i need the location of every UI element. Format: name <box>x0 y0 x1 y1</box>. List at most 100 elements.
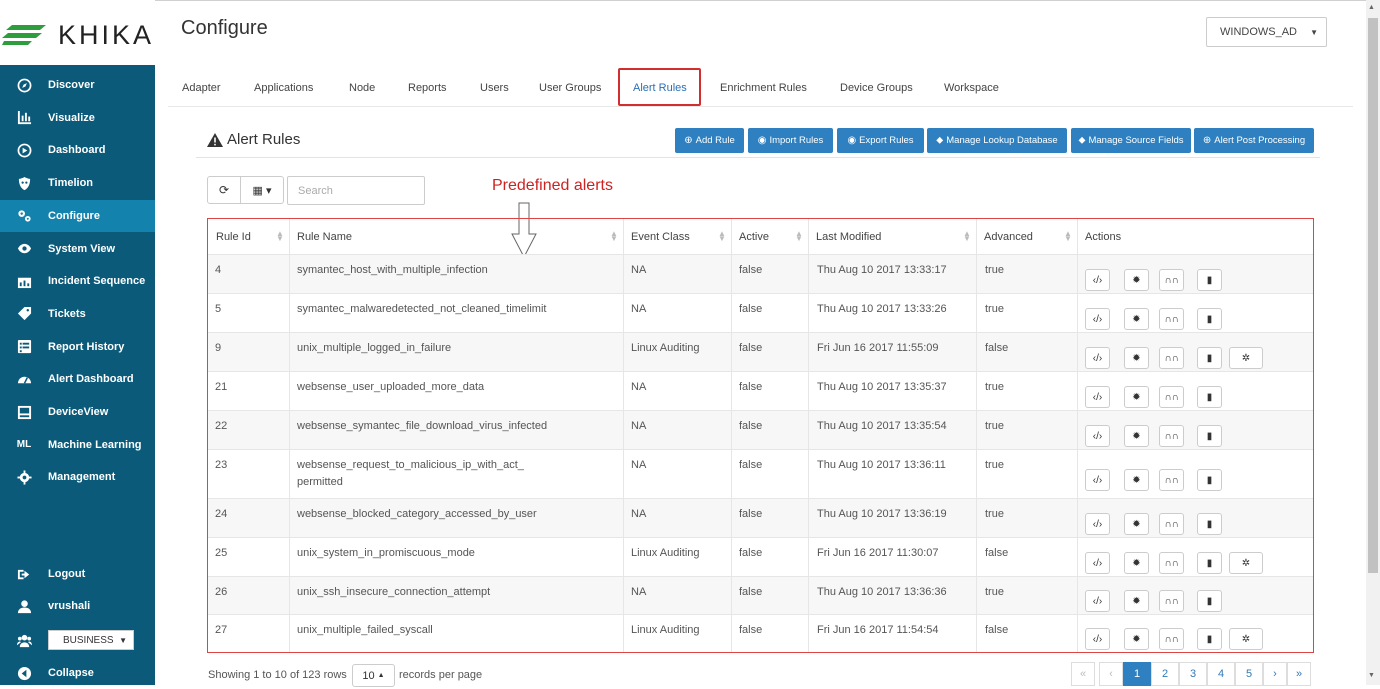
scroll-up-icon[interactable]: ▲ <box>1368 4 1375 11</box>
sidebar-item-deviceview[interactable]: DeviceView <box>0 396 155 428</box>
refresh-button[interactable]: ⟳ <box>207 176 241 204</box>
logo: KHIKA <box>0 0 155 65</box>
plus-circle-icon: ⊕ <box>1202 135 1212 146</box>
page-size-select[interactable]: 10 ▲ <box>352 664 395 687</box>
alert-post-processing-button[interactable]: ⊕ Alert Post Processing <box>1194 128 1314 153</box>
ml-text-icon: ML <box>0 439 48 450</box>
tab-user-groups[interactable]: User Groups <box>539 82 601 94</box>
page-button-5[interactable]: 5 <box>1235 662 1263 686</box>
tab-workspace[interactable]: Workspace <box>944 82 999 94</box>
collapse-icon <box>0 666 48 681</box>
columns-toggle-button[interactable]: ▦ ▾ <box>240 176 284 204</box>
page-button-2[interactable]: 2 <box>1151 662 1179 686</box>
caret-down-icon: ▼ <box>1310 27 1318 37</box>
sidebar-item-report-history[interactable]: Report History <box>0 331 155 363</box>
users-group-icon-wrap <box>0 624 48 656</box>
logout-icon <box>0 567 48 582</box>
add-rule-button[interactable]: ⊕ Add Rule <box>675 128 744 153</box>
scrollbar-thumb[interactable] <box>1368 18 1378 573</box>
eye-icon <box>0 241 48 256</box>
compass-icon <box>0 78 48 93</box>
sidebar-item-timelion[interactable]: Timelion <box>0 167 155 199</box>
page-button-1[interactable]: 1 <box>1123 662 1151 686</box>
records-per-page-label: records per page <box>399 669 483 681</box>
sidebar-item-label: Report History <box>48 340 125 353</box>
khika-logo-icon <box>2 25 46 45</box>
caret-up-icon: ▲ <box>377 672 385 679</box>
tag-icon <box>0 306 48 321</box>
annotation-label: Predefined alerts <box>492 177 613 194</box>
warning-icon <box>207 132 223 147</box>
page-button-3[interactable]: 3 <box>1179 662 1207 686</box>
user-profile[interactable]: vrushali <box>0 590 155 622</box>
download-icon: ◉ <box>847 135 857 146</box>
export-rules-button[interactable]: ◉ Export Rules <box>837 128 924 153</box>
caret-down-icon: ▼ <box>119 635 127 645</box>
sidebar-item-label: System View <box>48 242 116 255</box>
tab-users[interactable]: Users <box>480 82 509 94</box>
sidebar-item-label: Alert Dashboard <box>48 373 134 386</box>
section-divider <box>196 157 1320 158</box>
tab-adapter[interactable]: Adapter <box>182 82 221 94</box>
users-group-icon <box>0 633 48 648</box>
upload-icon: ◉ <box>757 135 767 146</box>
sidebar-item-label: DeviceView <box>48 406 109 418</box>
manage-lookup-database-button[interactable]: ⬥ Manage Lookup Database <box>927 128 1067 153</box>
page-title: Configure <box>181 17 268 39</box>
workspace-select[interactable]: WINDOWS_AD ▼ <box>1206 17 1327 47</box>
section-title: Alert Rules <box>207 131 300 148</box>
gauge-icon <box>0 372 48 387</box>
dashboard-icon <box>0 143 48 158</box>
sidebar-item-dashboard[interactable]: Dashboard <box>0 134 155 166</box>
tab-node[interactable]: Node <box>349 82 375 94</box>
sidebar-item-label: Management <box>48 471 116 484</box>
scroll-down-icon[interactable]: ▼ <box>1368 672 1375 679</box>
grid-icon: ▦ ▾ <box>252 184 272 197</box>
org-select[interactable]: BUSINESS ▼ <box>48 630 134 650</box>
brand-name: KHIKA <box>58 20 155 50</box>
gears-icon <box>0 208 48 223</box>
sidebar-item-incident-sequence[interactable]: Incident Sequence <box>0 265 155 297</box>
device-icon <box>0 405 48 420</box>
manage-source-fields-button[interactable]: ⬥ Manage Source Fields <box>1071 128 1191 153</box>
sidebar-item-management[interactable]: Management <box>0 461 155 493</box>
sidebar-item-configure[interactable]: Configure <box>0 199 155 232</box>
collapse-button[interactable]: Collapse <box>0 657 155 689</box>
search-input[interactable] <box>287 176 425 205</box>
sidebar-item-label: Machine Learning <box>48 438 142 451</box>
shield-icon <box>0 176 48 191</box>
cog-icon <box>0 470 48 485</box>
sidebar-item-label: Visualize <box>48 111 95 124</box>
user-icon <box>0 599 48 614</box>
incident-chart-icon <box>0 274 48 289</box>
sidebar-item-alert-dashboard[interactable]: Alert Dashboard <box>0 363 155 395</box>
active-tab-highlight <box>618 68 701 106</box>
sidebar-item-label: Configure <box>48 209 100 222</box>
tab-applications[interactable]: Applications <box>254 82 313 94</box>
page-button-prev[interactable]: ‹ <box>1099 662 1123 686</box>
refresh-icon: ⟳ <box>218 183 230 197</box>
sidebar-item-label: Incident Sequence <box>48 275 146 288</box>
sidebar-item-label: Dashboard <box>48 144 106 157</box>
sidebar-item-system-view[interactable]: System View <box>0 233 155 265</box>
rules-table <box>207 218 1314 653</box>
sidebar-item-tickets[interactable]: Tickets <box>0 298 155 330</box>
sidebar-item-visualize[interactable]: Visualize <box>0 102 155 134</box>
sidebar-item-label: Timelion <box>48 177 94 190</box>
page-button-first[interactable]: « <box>1071 662 1095 686</box>
sidebar-item-discover[interactable]: Discover <box>0 69 155 101</box>
bar-chart-icon <box>0 110 48 125</box>
logout-button[interactable]: Logout <box>0 558 155 590</box>
page-button-last[interactable]: » <box>1287 662 1311 686</box>
sidebar-item-label: Tickets <box>48 307 86 320</box>
page-button-next[interactable]: › <box>1263 662 1287 686</box>
ml-label: ML <box>16 439 32 451</box>
tab-enrichment-rules[interactable]: Enrichment Rules <box>720 82 807 94</box>
tab-reports[interactable]: Reports <box>408 82 447 94</box>
pagination-info: Showing 1 to 10 of 123 rows <box>208 669 347 681</box>
page-button-4[interactable]: 4 <box>1207 662 1235 686</box>
sidebar-item-machine-learning[interactable]: ML Machine Learning <box>0 429 155 461</box>
plus-circle-icon: ⊕ <box>684 135 693 146</box>
import-rules-button[interactable]: ◉ Import Rules <box>748 128 833 153</box>
tab-device-groups[interactable]: Device Groups <box>840 82 913 94</box>
